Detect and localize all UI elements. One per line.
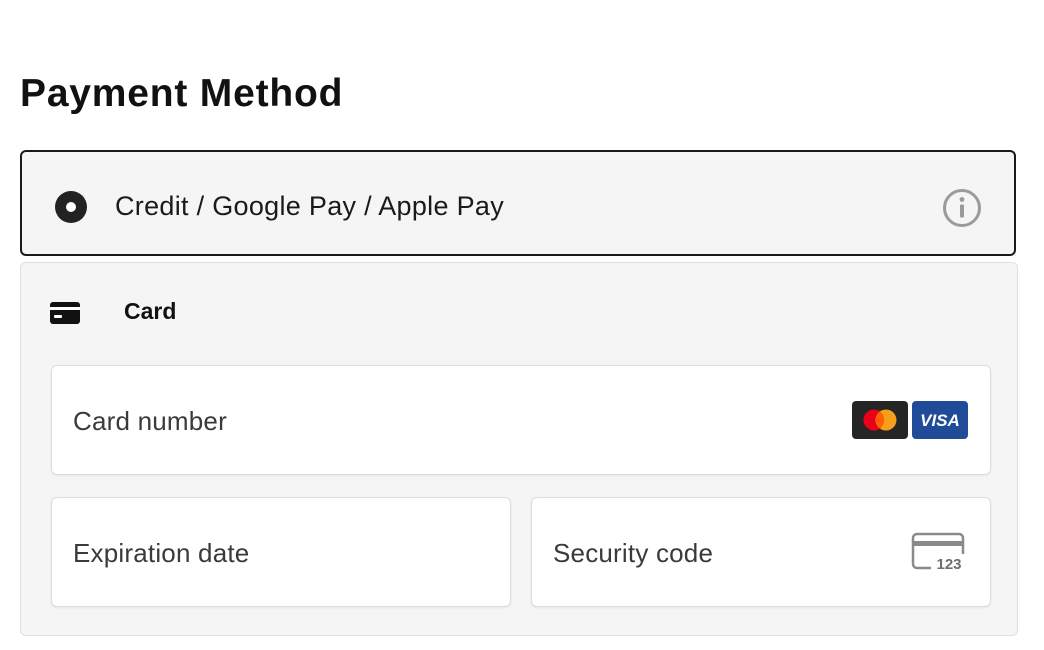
payment-option-credit-google-apple-pay[interactable]: Credit / Google Pay / Apple Pay bbox=[20, 150, 1016, 256]
card-back-cvc-icon: 123 bbox=[911, 532, 967, 573]
payment-page: Payment Method Credit / Google Pay / App… bbox=[0, 0, 1044, 650]
expiration-date-field[interactable]: Expiration date bbox=[51, 497, 511, 607]
security-code-placeholder: Security code bbox=[553, 538, 714, 568]
card-section-label: Card bbox=[124, 298, 177, 324]
payment-option-label: Credit / Google Pay / Apple Pay bbox=[115, 191, 505, 221]
cvc-icon-text: 123 bbox=[936, 556, 961, 573]
card-number-field[interactable]: Card number VISA bbox=[51, 365, 991, 475]
card-payment-panel: Card Card number VISA Expiration date Se… bbox=[20, 262, 1018, 636]
visa-logo-text: VISA bbox=[920, 411, 960, 430]
expiration-date-placeholder: Expiration date bbox=[73, 538, 250, 568]
credit-card-icon bbox=[50, 302, 80, 324]
info-icon[interactable] bbox=[942, 188, 982, 228]
mastercard-logo bbox=[852, 401, 908, 439]
security-code-field[interactable]: Security code 123 bbox=[531, 497, 991, 607]
card-number-placeholder: Card number bbox=[73, 406, 227, 436]
visa-logo: VISA bbox=[912, 401, 968, 439]
radio-button-selected[interactable] bbox=[55, 191, 87, 223]
page-title: Payment Method bbox=[20, 72, 344, 115]
